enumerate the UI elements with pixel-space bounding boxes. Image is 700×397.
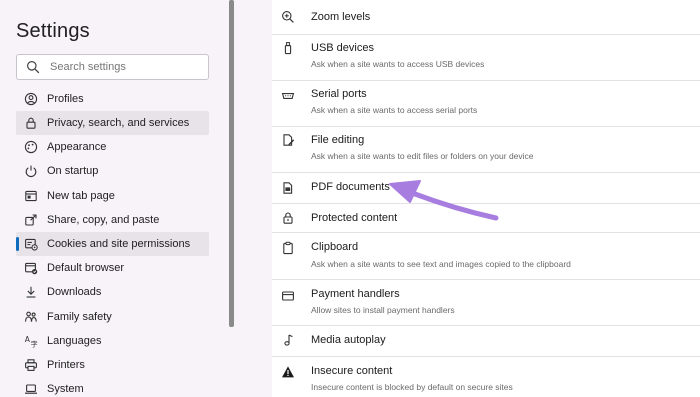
printer-icon [24, 358, 38, 372]
permission-title: Zoom levels [311, 11, 371, 23]
sidebar-item-label: System [47, 383, 84, 395]
permission-description: Ask when a site wants to see text and im… [311, 259, 571, 269]
download-icon [24, 285, 38, 299]
sidebar-item-label: New tab page [47, 190, 115, 202]
permission-title: Insecure content [311, 365, 393, 377]
sidebar-item-label: Appearance [47, 141, 107, 153]
protected-content-icon [281, 211, 295, 225]
sidebar-item-label: Default browser [47, 262, 125, 274]
sidebar-item-label: Family safety [47, 311, 112, 323]
sidebar-item-label: Printers [47, 359, 85, 371]
lock-icon [24, 116, 38, 130]
serial-port-icon [281, 89, 295, 103]
permission-description: Ask when a site wants to access USB devi… [311, 59, 485, 69]
sidebar-item-privacy[interactable]: Privacy, search, and services [16, 111, 209, 135]
sidebar-item-system[interactable]: System [16, 377, 209, 397]
search-box[interactable] [16, 54, 209, 80]
sidebar-item-on-startup[interactable]: On startup [16, 159, 209, 183]
permission-row-serial-ports[interactable]: Serial ports Ask when a site wants to ac… [272, 81, 700, 126]
sidebar-item-label: On startup [47, 165, 99, 177]
permission-row-zoom-levels[interactable]: Zoom levels [272, 0, 700, 34]
permission-title: PDF documents [311, 181, 390, 193]
browser-icon [24, 261, 38, 275]
permission-title: Serial ports [311, 88, 367, 100]
search-icon [26, 60, 40, 74]
music-note-icon [281, 333, 295, 347]
appearance-icon [24, 140, 38, 154]
permissions-panel: Zoom levels USB devices Ask when a site … [272, 0, 700, 397]
sidebar-item-label: Cookies and site permissions [47, 238, 191, 250]
sidebar-item-label: Profiles [47, 93, 84, 105]
sidebar-item-label: Languages [47, 335, 102, 347]
warning-icon [281, 365, 295, 379]
sidebar-item-downloads[interactable]: Downloads [16, 280, 209, 304]
permission-row-clipboard[interactable]: Clipboard Ask when a site wants to see t… [272, 233, 700, 279]
sidebar-item-profiles[interactable]: Profiles [16, 87, 209, 111]
zoom-icon [281, 10, 295, 24]
permission-row-media-autoplay[interactable]: Media autoplay [272, 326, 700, 356]
settings-sidebar: Settings Profiles Privacy, search, and s… [0, 0, 229, 397]
permission-title: Media autoplay [311, 334, 386, 346]
file-edit-icon [281, 133, 295, 147]
permission-row-insecure-content[interactable]: Insecure content Insecure content is blo… [272, 357, 700, 397]
permission-row-payment-handlers[interactable]: Payment handlers Allow sites to install … [272, 280, 700, 325]
permission-row-protected-content[interactable]: Protected content [272, 204, 700, 232]
permission-description: Allow sites to install payment handlers [311, 305, 455, 315]
usb-icon [281, 41, 295, 55]
svg-text:字: 字 [31, 340, 38, 348]
family-icon [24, 310, 38, 324]
sidebar-item-languages[interactable]: A字 Languages [16, 329, 209, 353]
sidebar-item-default-browser[interactable]: Default browser [16, 256, 209, 280]
permission-title: Protected content [311, 212, 398, 224]
laptop-icon [24, 382, 38, 396]
sidebar-item-share[interactable]: Share, copy, and paste [16, 208, 209, 232]
language-icon: A字 [24, 334, 38, 348]
profile-icon [24, 92, 38, 106]
cookies-icon [24, 237, 38, 251]
permission-row-usb-devices[interactable]: USB devices Ask when a site wants to acc… [272, 35, 700, 80]
new-tab-icon [24, 189, 38, 203]
permission-title: USB devices [311, 42, 374, 54]
sidebar-item-family-safety[interactable]: Family safety [16, 305, 209, 329]
sidebar-item-label: Share, copy, and paste [47, 214, 160, 226]
panel-gutter [234, 0, 272, 397]
permission-title: Clipboard [311, 241, 359, 253]
payment-icon [281, 289, 295, 303]
pdf-icon [281, 181, 295, 195]
sidebar-item-label: Privacy, search, and services [47, 117, 190, 129]
permission-description: Insecure content is blocked by default o… [311, 382, 513, 392]
share-icon [24, 213, 38, 227]
permission-description: Ask when a site wants to edit files or f… [311, 151, 534, 161]
permission-row-pdf-documents[interactable]: PDF documents [272, 173, 700, 203]
permission-row-file-editing[interactable]: File editing Ask when a site wants to ed… [272, 127, 700, 172]
sidebar-item-label: Downloads [47, 286, 102, 298]
sidebar-item-printers[interactable]: Printers [16, 353, 209, 377]
permission-description: Ask when a site wants to access serial p… [311, 105, 478, 115]
sidebar-item-appearance[interactable]: Appearance [16, 135, 209, 159]
power-icon [24, 164, 38, 178]
sidebar-item-new-tab-page[interactable]: New tab page [16, 184, 209, 208]
clipboard-icon [281, 241, 295, 255]
permission-title: File editing [311, 134, 365, 146]
permission-title: Payment handlers [311, 288, 400, 300]
sidebar-item-cookies[interactable]: Cookies and site permissions [16, 232, 209, 256]
page-title: Settings [16, 20, 90, 42]
search-input[interactable] [50, 58, 200, 76]
